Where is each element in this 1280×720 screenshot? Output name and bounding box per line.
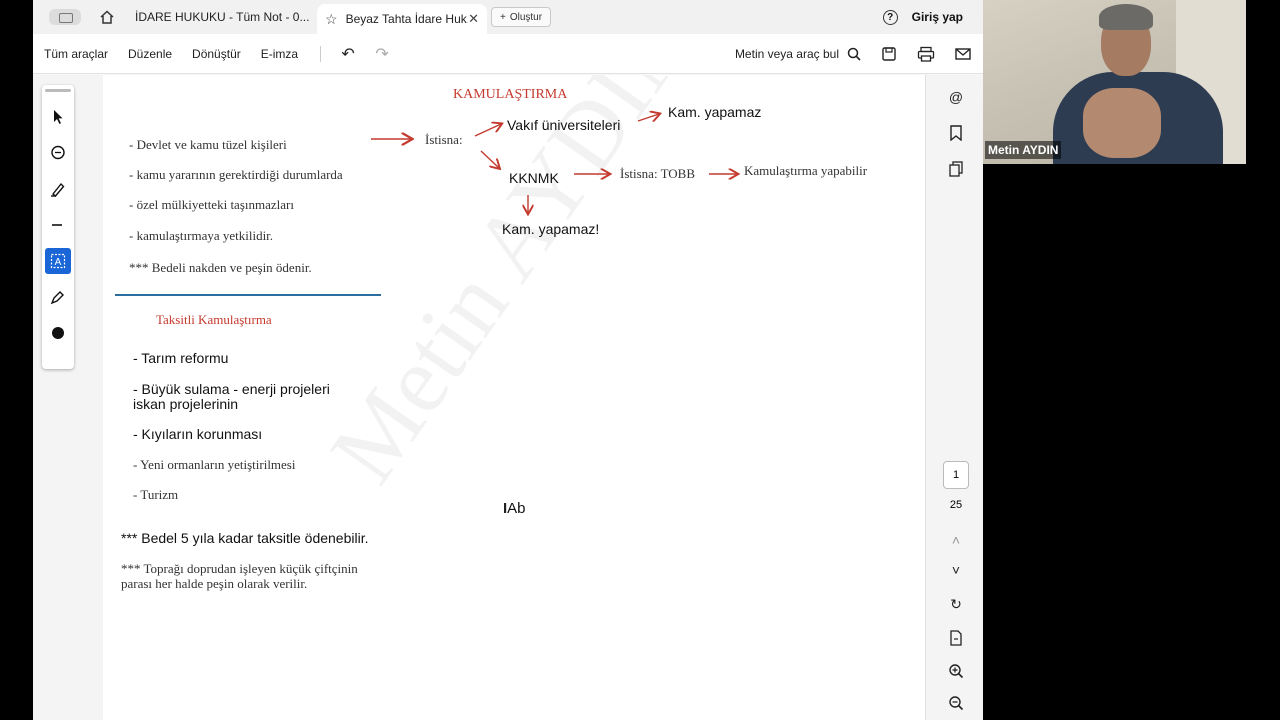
comment-icon[interactable] [45,140,71,166]
chevron-up-icon[interactable]: ˄ [946,532,966,552]
tab-beyaz-tahta[interactable]: ☆ Beyaz Tahta İdare Huk... ✕ [317,4,487,34]
svg-text:A: A [55,257,62,268]
screen: İDARE HUKUKU - Tüm Not - 0... ☆ Beyaz Ta… [0,0,1280,720]
tab-actions-icon [49,9,81,25]
page-total: 25 [949,499,963,511]
document-export-icon[interactable] [946,630,966,650]
zoom-in-icon[interactable] [946,663,966,683]
chevron-down-icon[interactable]: ˅ [946,562,966,582]
app-toolbar: Tüm araçlar Düzenle Dönüştür E-imza ↶ ↷ … [33,34,983,74]
right-sidebar: @ 1 25 ˄ ˅ ↻ [925,75,983,720]
color-swatch [52,327,64,339]
document-area: A Metin AYDIN KAMULAŞTIRMA - Devlet ve k… [33,75,983,720]
tab-actions-button[interactable] [43,6,87,28]
panel-grip[interactable] [45,89,71,92]
page-number-input[interactable]: 1 [943,461,969,489]
highlighter-icon[interactable] [45,176,71,202]
select-cursor-icon[interactable] [45,104,71,130]
close-icon[interactable]: ✕ [468,11,479,27]
menu-esign[interactable]: E-imza [261,47,298,61]
arrow-to-kknmk [480,150,499,168]
menu-edit[interactable]: Düzenle [128,47,172,61]
presenter-hand [1083,88,1161,158]
menu-all-tools[interactable]: Tüm araçlar [44,47,108,61]
participant-name: Metin AYDIN [985,141,1062,159]
document-page: Metin AYDIN KAMULAŞTIRMA - Devlet ve kam… [103,75,925,720]
home-tab[interactable] [87,3,127,31]
mail-icon[interactable] [955,47,971,61]
zoom-out-icon[interactable] [946,695,966,715]
print-icon[interactable] [917,46,935,62]
line-tool-icon[interactable] [45,212,71,238]
find-tool-button[interactable]: Metin veya araç bul [735,47,861,61]
bookmark-icon[interactable] [946,125,966,145]
tab-label: İDARE HUKUKU - Tüm Not - 0... [135,10,309,24]
undo-icon[interactable]: ↶ [331,44,365,64]
text-box-icon[interactable]: A [45,248,71,274]
browser-window: İDARE HUKUKU - Tüm Not - 0... ☆ Beyaz Ta… [33,0,983,720]
diagram-arrows [371,75,925,720]
tab-bar: İDARE HUKUKU - Tüm Not - 0... ☆ Beyaz Ta… [33,0,983,34]
refresh-icon[interactable]: ↻ [946,596,966,616]
arrow-to-vakif [474,124,501,137]
arrow-to-kam-yapamaz-1 [637,114,659,121]
create-label: Oluştur [509,11,543,23]
pages-icon[interactable] [946,161,966,181]
create-tab-button[interactable]: + Oluştur [491,7,552,27]
signin-button[interactable]: Giriş yap [912,10,963,24]
star-icon[interactable]: ☆ [325,11,338,28]
redo-icon[interactable]: ↷ [365,44,399,64]
home-icon [100,10,114,24]
help-icon[interactable]: ? [882,9,898,25]
find-label: Metin veya araç bul [734,46,839,61]
toolbar-divider [320,45,322,62]
left-gutter: A [33,75,103,720]
at-sign-icon[interactable]: @ [946,89,966,109]
presenter-hair [1099,4,1153,30]
tab-idare-hukuku[interactable]: İDARE HUKUKU - Tüm Not - 0... [127,3,317,31]
save-icon[interactable] [881,46,897,62]
annotation-tool-panel: A [42,85,74,369]
tab-label: Beyaz Tahta İdare Huk... [345,12,469,26]
search-icon [847,47,861,61]
webcam-video: Metin AYDIN [983,0,1246,164]
draw-pen-icon[interactable] [45,284,71,310]
menu-convert[interactable]: Dönüştür [192,47,241,61]
color-picker-icon[interactable] [45,320,71,346]
plus-icon: + [500,11,506,23]
